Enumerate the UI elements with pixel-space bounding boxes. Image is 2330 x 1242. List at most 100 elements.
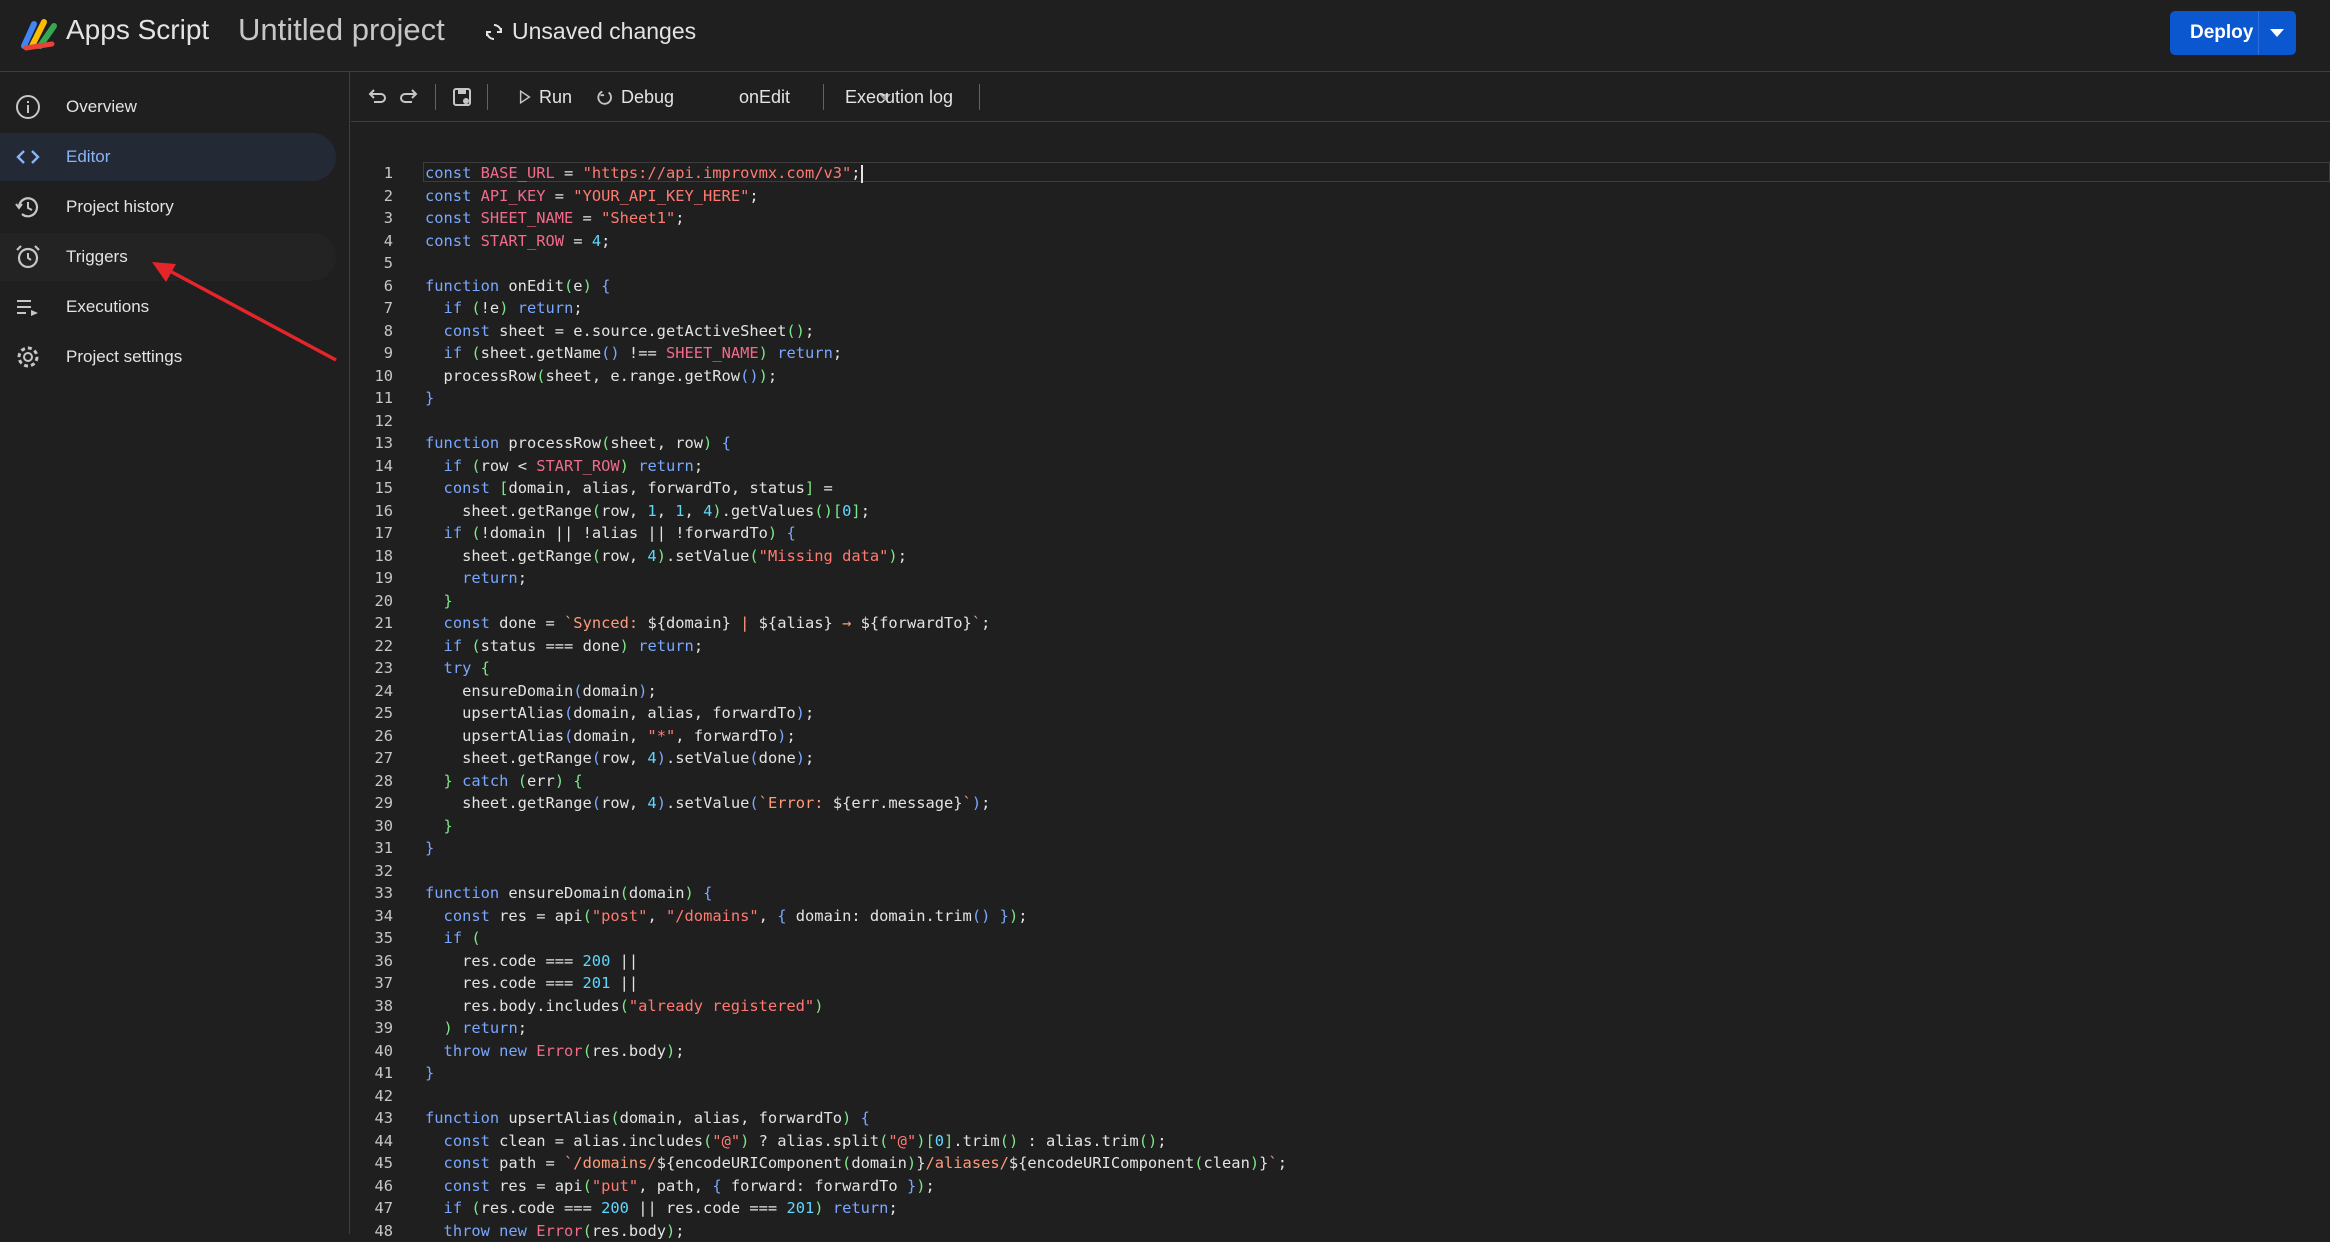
- code-line[interactable]: 9 if (sheet.getName() !== SHEET_NAME) re…: [351, 342, 2330, 365]
- apps-script-logo-icon[interactable]: [18, 16, 60, 54]
- code-line[interactable]: 37 res.code === 201 ||: [351, 972, 2330, 995]
- line-code: res.code === 201 ||: [425, 972, 638, 995]
- code-line[interactable]: 21 const done = `Synced: ${domain} | ${a…: [351, 612, 2330, 635]
- code-line[interactable]: 5: [351, 252, 2330, 275]
- code-line[interactable]: 41}: [351, 1062, 2330, 1085]
- code-line[interactable]: 7 if (!e) return;: [351, 297, 2330, 320]
- code-token: (: [564, 277, 573, 295]
- code-line[interactable]: 35 if (: [351, 927, 2330, 950]
- code-token: START_ROW: [481, 232, 564, 250]
- code-line[interactable]: 22 if (status === done) return;: [351, 635, 2330, 658]
- code-token: "Missing data": [759, 547, 889, 565]
- code-token: `Error:: [759, 794, 833, 812]
- code-line[interactable]: 1const BASE_URL = "https://api.improvmx.…: [351, 162, 2330, 185]
- save-button[interactable]: [451, 72, 473, 122]
- sidebar-item-editor[interactable]: Editor: [0, 133, 336, 181]
- code-line[interactable]: 3const SHEET_NAME = "Sheet1";: [351, 207, 2330, 230]
- code-line[interactable]: 20 }: [351, 590, 2330, 613]
- code-line[interactable]: 40 throw new Error(res.body);: [351, 1040, 2330, 1063]
- code-line[interactable]: 30 }: [351, 815, 2330, 838]
- line-number: 25: [351, 702, 393, 725]
- code-line[interactable]: 42: [351, 1085, 2330, 1108]
- code-line[interactable]: 45 const path = `/domains/${encodeURICom…: [351, 1152, 2330, 1175]
- line-number: 9: [351, 342, 393, 365]
- code-line[interactable]: 4const START_ROW = 4;: [351, 230, 2330, 253]
- line-number: 48: [351, 1220, 393, 1242]
- sidebar-item-project-history[interactable]: Project history: [0, 183, 336, 231]
- code-token: 4: [703, 502, 712, 520]
- code-line[interactable]: 46 const res = api("put", path, { forwar…: [351, 1175, 2330, 1198]
- code-token: domain: domain.trim: [787, 907, 972, 925]
- code-line[interactable]: 24 ensureDomain(domain);: [351, 680, 2330, 703]
- code-token: (: [471, 299, 480, 317]
- code-line[interactable]: 44 const clean = alias.includes("@") ? a…: [351, 1130, 2330, 1153]
- code-line[interactable]: 23 try {: [351, 657, 2330, 680]
- code-line[interactable]: 13function processRow(sheet, row) {: [351, 432, 2330, 455]
- debug-button[interactable]: Debug: [595, 72, 674, 122]
- code-line[interactable]: 12: [351, 410, 2330, 433]
- code-line[interactable]: 15 const [domain, alias, forwardTo, stat…: [351, 477, 2330, 500]
- code-line[interactable]: 29 sheet.getRange(row, 4).setValue(`Erro…: [351, 792, 2330, 815]
- code-token: (): [972, 907, 991, 925]
- code-token: const: [444, 1132, 500, 1150]
- code-line[interactable]: 11}: [351, 387, 2330, 410]
- code-line[interactable]: 38 res.body.includes("already registered…: [351, 995, 2330, 1018]
- code-line[interactable]: 26 upsertAlias(domain, "*", forwardTo);: [351, 725, 2330, 748]
- code-line[interactable]: 6function onEdit(e) {: [351, 275, 2330, 298]
- code-line[interactable]: 32: [351, 860, 2330, 883]
- app-name[interactable]: Apps Script: [66, 14, 209, 46]
- code-line[interactable]: 14 if (row < START_ROW) return;: [351, 455, 2330, 478]
- code-token: (: [592, 749, 601, 767]
- code-editor[interactable]: 1const BASE_URL = "https://api.improvmx.…: [351, 122, 2330, 1234]
- sidebar-item-project-settings[interactable]: Project settings: [0, 333, 336, 381]
- sidebar-item-triggers[interactable]: Triggers: [0, 233, 336, 281]
- code-line[interactable]: 36 res.code === 200 ||: [351, 950, 2330, 973]
- code-line[interactable]: 17 if (!domain || !alias || !forwardTo) …: [351, 522, 2330, 545]
- undo-button[interactable]: [365, 72, 387, 122]
- code-line[interactable]: 34 const res = api("post", "/domains", {…: [351, 905, 2330, 928]
- code-token: }: [425, 1064, 434, 1082]
- code-token: domain, alias, forwardTo: [573, 704, 795, 722]
- code-line[interactable]: 25 upsertAlias(domain, alias, forwardTo)…: [351, 702, 2330, 725]
- line-code: sheet.getRange(row, 4).setValue(done);: [425, 747, 814, 770]
- code-token: (: [749, 794, 758, 812]
- code-token: }: [425, 839, 434, 857]
- sidebar-item-overview[interactable]: Overview: [0, 83, 336, 131]
- sidebar-item-executions[interactable]: Executions: [0, 283, 336, 331]
- chevron-down-icon[interactable]: [2270, 29, 2284, 37]
- code-token: (): [786, 322, 805, 340]
- line-number: 31: [351, 837, 393, 860]
- execution-log-button[interactable]: Execution log: [845, 72, 953, 122]
- code-token: ): [657, 794, 666, 812]
- execution-log-label: Execution log: [845, 87, 953, 108]
- code-line[interactable]: 18 sheet.getRange(row, 4).setValue("Miss…: [351, 545, 2330, 568]
- run-button[interactable]: Run: [517, 72, 572, 122]
- code-line[interactable]: 28 } catch (err) {: [351, 770, 2330, 793]
- code-token: (: [592, 502, 601, 520]
- code-line[interactable]: 8 const sheet = e.source.getActiveSheet(…: [351, 320, 2330, 343]
- code-line[interactable]: 19 return;: [351, 567, 2330, 590]
- code-token: [425, 614, 444, 632]
- project-title[interactable]: Untitled project: [238, 12, 445, 48]
- code-token: [425, 1042, 444, 1060]
- code-token: row,: [601, 794, 647, 812]
- redo-button[interactable]: [399, 72, 421, 122]
- code-token: ): [620, 457, 629, 475]
- code-line[interactable]: 27 sheet.getRange(row, 4).setValue(done)…: [351, 747, 2330, 770]
- code-line[interactable]: 39 ) return;: [351, 1017, 2330, 1040]
- code-line[interactable]: 33function ensureDomain(domain) {: [351, 882, 2330, 905]
- code-line[interactable]: 31}: [351, 837, 2330, 860]
- code-line[interactable]: 43function upsertAlias(domain, alias, fo…: [351, 1107, 2330, 1130]
- debug-icon: [595, 87, 615, 107]
- code-line[interactable]: 48 throw new Error(res.body);: [351, 1220, 2330, 1242]
- code-token: ;: [926, 1177, 935, 1195]
- deploy-button[interactable]: Deploy: [2170, 11, 2296, 55]
- code-line[interactable]: 2const API_KEY = "YOUR_API_KEY_HERE";: [351, 185, 2330, 208]
- save-status: Unsaved changes: [484, 18, 696, 45]
- sidebar-item-label: Project history: [66, 197, 174, 217]
- code-line[interactable]: 47 if (res.code === 200 || res.code === …: [351, 1197, 2330, 1220]
- code-line[interactable]: 16 sheet.getRange(row, 1, 1, 4).getValue…: [351, 500, 2330, 523]
- code-line[interactable]: 10 processRow(sheet, e.range.getRow());: [351, 365, 2330, 388]
- code-token: ,: [657, 502, 676, 520]
- code-token: ): [972, 794, 981, 812]
